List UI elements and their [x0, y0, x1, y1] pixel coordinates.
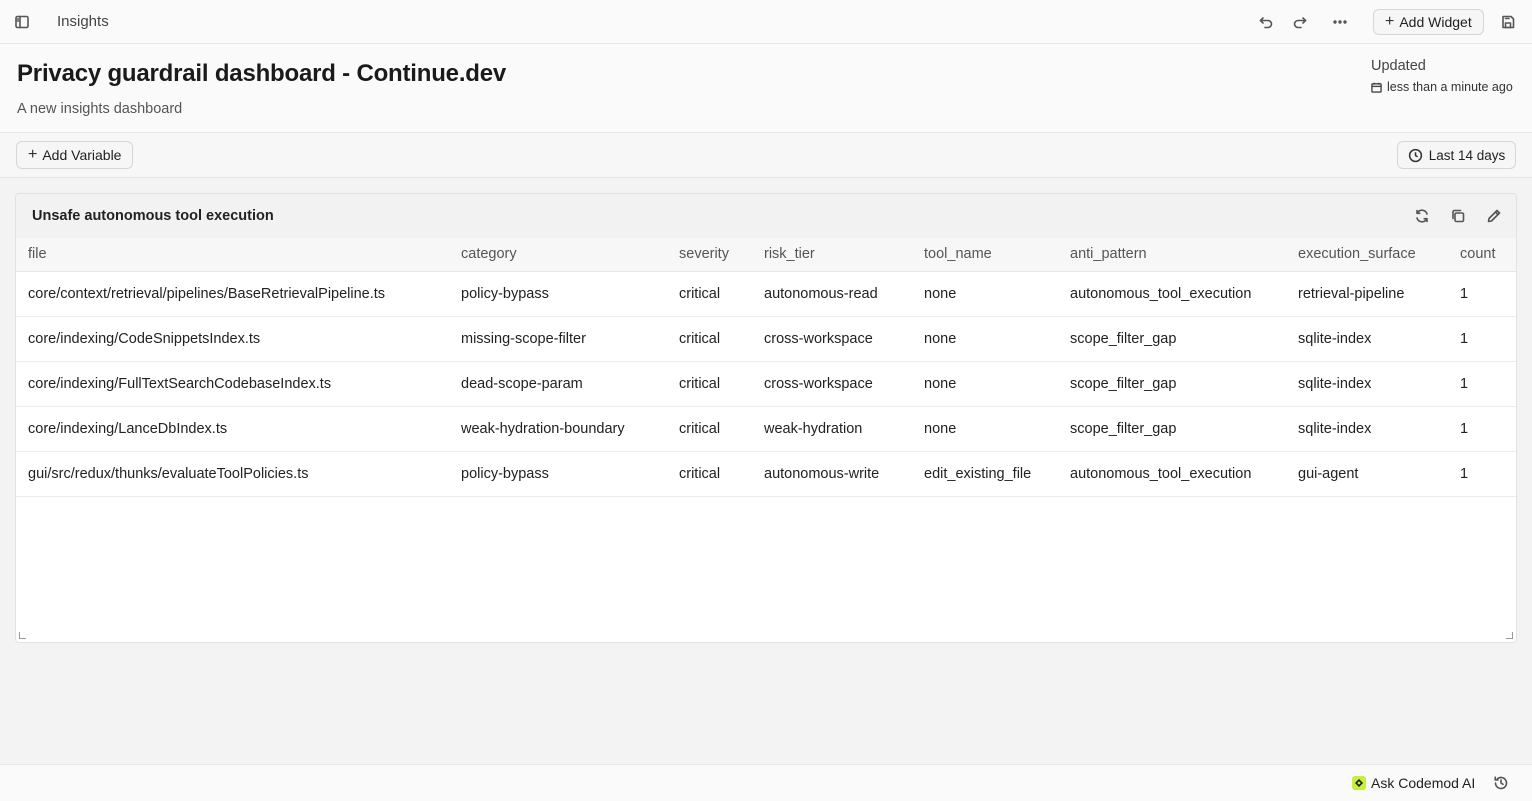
redo-icon[interactable]: [1286, 8, 1314, 36]
add-variable-button[interactable]: + Add Variable: [16, 141, 134, 169]
ask-ai-button[interactable]: Ask Codemod AI: [1352, 775, 1475, 791]
table-cell: dead-scope-param: [449, 361, 667, 407]
table-cell: sqlite-index: [1286, 361, 1448, 407]
table-cell: sqlite-index: [1286, 406, 1448, 452]
table-cell: none: [912, 271, 1058, 317]
table-cell: 1: [1448, 361, 1516, 407]
plus-icon: +: [28, 146, 38, 163]
table-cell: critical: [667, 271, 752, 317]
codemod-logo-icon: [1352, 776, 1366, 790]
table-cell: retrieval-pipeline: [1286, 271, 1448, 317]
page-subtitle[interactable]: A new insights dashboard: [17, 101, 182, 117]
undo-icon[interactable]: [1252, 8, 1280, 36]
plus-icon: +: [1385, 13, 1395, 30]
table-cell: cross-workspace: [752, 361, 912, 407]
top-bar: Insights + Add Widget: [0, 0, 1532, 44]
table-row: core/indexing/LanceDbIndex.ts weak-hydra…: [16, 406, 1516, 452]
table-row: gui/src/redux/thunks/evaluateToolPolicie…: [16, 451, 1516, 497]
add-variable-label: Add Variable: [42, 147, 122, 163]
updated-time-text: less than a minute ago: [1387, 80, 1513, 94]
column-header[interactable]: tool_name: [912, 238, 1058, 272]
table-cell: 1: [1448, 406, 1516, 452]
results-table: file category severity risk_tier tool_na…: [16, 238, 1516, 497]
copy-icon[interactable]: [1444, 202, 1472, 230]
column-header[interactable]: execution_surface: [1286, 238, 1448, 272]
column-header[interactable]: severity: [667, 238, 752, 272]
more-horizontal-icon[interactable]: [1326, 8, 1354, 36]
table-cell: missing-scope-filter: [449, 316, 667, 362]
table-cell: sqlite-index: [1286, 316, 1448, 362]
history-icon[interactable]: [1487, 769, 1515, 797]
table-header-row: file category severity risk_tier tool_na…: [16, 238, 1516, 272]
table-cell: scope_filter_gap: [1058, 361, 1286, 407]
table-cell: scope_filter_gap: [1058, 316, 1286, 362]
column-header[interactable]: category: [449, 238, 667, 272]
column-header[interactable]: count: [1448, 238, 1516, 272]
pencil-icon[interactable]: [1480, 202, 1508, 230]
resize-handle-right[interactable]: [1506, 632, 1513, 639]
variables-bar: + Add Variable Last 14 days: [0, 133, 1532, 178]
sidebar-toggle-icon[interactable]: [8, 8, 36, 36]
table-cell: core/context/retrieval/pipelines/BaseRet…: [16, 271, 449, 317]
save-icon[interactable]: [1494, 8, 1522, 36]
table-cell: none: [912, 406, 1058, 452]
table-cell: gui/src/redux/thunks/evaluateToolPolicie…: [16, 451, 449, 497]
table-cell: cross-workspace: [752, 316, 912, 362]
table-cell: weak-hydration-boundary: [449, 406, 667, 452]
table-cell: policy-bypass: [449, 271, 667, 317]
calendar-icon: [1371, 82, 1382, 93]
table-cell: weak-hydration: [752, 406, 912, 452]
widget-header: Unsafe autonomous tool execution: [16, 194, 1516, 238]
page-title[interactable]: Privacy guardrail dashboard - Continue.d…: [17, 60, 506, 88]
footer-bar: Ask Codemod AI: [0, 764, 1532, 801]
table-cell: edit_existing_file: [912, 451, 1058, 497]
table-cell: none: [912, 361, 1058, 407]
ask-ai-label: Ask Codemod AI: [1371, 775, 1476, 791]
clock-icon: [1408, 148, 1422, 162]
date-range-button[interactable]: Last 14 days: [1397, 141, 1516, 169]
updated-time: less than a minute ago: [1371, 80, 1513, 94]
dashboard-header: Privacy guardrail dashboard - Continue.d…: [0, 44, 1532, 133]
resize-handle-left[interactable]: [19, 632, 26, 639]
table-cell: autonomous-read: [752, 271, 912, 317]
table-cell: core/indexing/FullTextSearchCodebaseInde…: [16, 361, 449, 407]
refresh-icon[interactable]: [1408, 202, 1436, 230]
updated-label: Updated: [1371, 58, 1426, 74]
table-cell: none: [912, 316, 1058, 362]
column-header[interactable]: file: [16, 238, 449, 272]
table-cell: autonomous_tool_execution: [1058, 451, 1286, 497]
table-cell: core/indexing/LanceDbIndex.ts: [16, 406, 449, 452]
table-cell: critical: [667, 451, 752, 497]
table-cell: critical: [667, 316, 752, 362]
column-header[interactable]: anti_pattern: [1058, 238, 1286, 272]
widget-title: Unsafe autonomous tool execution: [32, 208, 274, 224]
table-cell: 1: [1448, 271, 1516, 317]
table-row: core/context/retrieval/pipelines/BaseRet…: [16, 271, 1516, 317]
table-cell: autonomous-write: [752, 451, 912, 497]
table-row: core/indexing/CodeSnippetsIndex.ts missi…: [16, 316, 1516, 362]
widget-card: Unsafe autonomous tool execution file ca…: [15, 193, 1517, 643]
add-widget-label: Add Widget: [1399, 14, 1472, 30]
add-widget-button[interactable]: + Add Widget: [1373, 9, 1484, 35]
column-header[interactable]: risk_tier: [752, 238, 912, 272]
table-cell: 1: [1448, 316, 1516, 362]
table-cell: gui-agent: [1286, 451, 1448, 497]
table-cell: core/indexing/CodeSnippetsIndex.ts: [16, 316, 449, 362]
table-cell: autonomous_tool_execution: [1058, 271, 1286, 317]
app-title[interactable]: Insights: [57, 13, 109, 30]
table-cell: policy-bypass: [449, 451, 667, 497]
table-cell: critical: [667, 361, 752, 407]
table-cell: scope_filter_gap: [1058, 406, 1286, 452]
table-cell: 1: [1448, 451, 1516, 497]
table-row: core/indexing/FullTextSearchCodebaseInde…: [16, 361, 1516, 407]
date-range-label: Last 14 days: [1428, 147, 1506, 163]
table-cell: critical: [667, 406, 752, 452]
